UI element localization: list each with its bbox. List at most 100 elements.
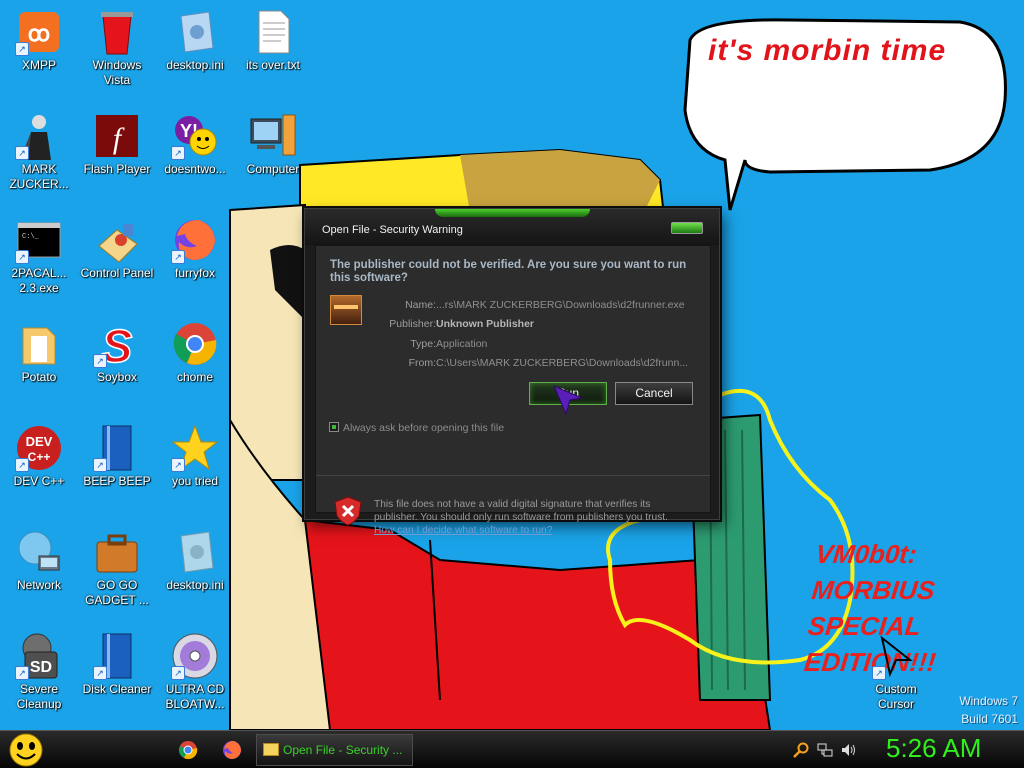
svg-text:DEV: DEV: [26, 434, 53, 449]
desktop-icon-ultra-cd[interactable]: ↗ ULTRA CD BLOATW...: [156, 632, 234, 712]
firefox-icon: ↗: [171, 216, 219, 264]
field-value: C:\Users\MARK ZUCKERBERG\Downloads\d2fru…: [436, 357, 689, 369]
desktop-icon-label: XMPP: [21, 58, 56, 72]
desktop-icon-its-over[interactable]: its over.txt: [234, 8, 312, 73]
desktop-icon-label: GO GO GADGET ...: [85, 578, 149, 607]
desktop-icon-zuckerberg[interactable]: ↗ MARK ZUCKER...: [0, 112, 78, 192]
svg-text:C:\_: C:\_: [22, 233, 40, 241]
warning-shield-icon: [334, 496, 362, 526]
desktop-icon-custom-cursor[interactable]: ↗ Custom Cursor: [857, 632, 935, 712]
gold-star-icon: ↗: [171, 424, 219, 472]
desktop-icon-label: Flash Player: [83, 162, 151, 176]
taskbar-firefox-icon[interactable]: [222, 740, 242, 760]
xampp-icon: ꝏ ↗: [15, 8, 63, 56]
desktop-icon-windows-vista[interactable]: Windows Vista: [78, 8, 156, 88]
titlebar-glow: [435, 209, 590, 217]
dialog-titlebar[interactable]: Open File - Security Warning: [305, 209, 719, 245]
desktop-icon-label: furryfox: [174, 266, 215, 280]
text-file-icon: [249, 8, 297, 56]
desktop-icon-label: ULTRA CD BLOATW...: [165, 682, 225, 711]
desktop-icon-desktop-ini[interactable]: desktop.ini: [156, 8, 234, 73]
taskbar-task-label: Open File - Security ...: [283, 743, 403, 757]
windows-version-text: Windows 7: [959, 694, 1018, 708]
desktop-icon-beep-beep[interactable]: ↗ BEEP BEEP: [78, 424, 156, 489]
security-warning-dialog: Open File - Security Warning The publish…: [304, 208, 720, 536]
settings-file-icon: [171, 528, 219, 576]
desktop-icon-label: Severe Cleanup: [16, 682, 62, 711]
desktop-icon-2pacal[interactable]: C:\_ ↗ 2PACAL... 2.3.exe: [0, 216, 78, 296]
desktop-icon-label: desktop.ini: [166, 58, 224, 72]
recycle-bin-icon: [93, 8, 141, 56]
search-magnifier-icon[interactable]: [793, 742, 809, 758]
taskbar-task-security-warning[interactable]: Open File - Security ...: [256, 734, 413, 766]
desktop-icon-desktop-ini-2[interactable]: desktop.ini: [156, 528, 234, 593]
desktop-icon-label: Network: [16, 578, 61, 592]
desktop-icon-network[interactable]: Network: [0, 528, 78, 593]
desktop-icon-label: BEEP BEEP: [83, 474, 151, 488]
chrome-icon: [171, 320, 219, 368]
desktop-icon-label: DEV C++: [13, 474, 65, 488]
folder-icon: [263, 743, 279, 756]
desktop-icon-label: Computer: [246, 162, 300, 176]
start-button-smiley-icon[interactable]: [8, 733, 44, 767]
desktop-icon-label: its over.txt: [245, 58, 301, 72]
desktop-icon-label: chome: [176, 370, 214, 384]
desktop-icon-control-panel[interactable]: Control Panel: [78, 216, 156, 281]
desktop-icon-disk-cleaner[interactable]: ↗ Disk Cleaner: [78, 632, 156, 697]
always-ask-checkbox-row[interactable]: Always ask before opening this file: [329, 422, 504, 434]
desktop-icon-go-go-gadget[interactable]: GO GO GADGET ...: [78, 528, 156, 608]
network-globe-icon: [15, 528, 63, 576]
svg-text:ꝏ: ꝏ: [28, 21, 50, 46]
desktop-icon-label: Custom Cursor: [875, 682, 917, 711]
executable-file-icon: [330, 295, 362, 325]
svg-text:SD: SD: [30, 659, 52, 676]
dev-cpp-icon: DEV C++ ↗: [15, 424, 63, 472]
taskbar-clock[interactable]: 5:26 AM: [886, 733, 981, 764]
desktop-icon-xmpp[interactable]: ꝏ ↗ XMPP: [0, 8, 78, 73]
field-value: Unknown Publisher: [436, 318, 535, 330]
desktop-icon-label: Potato: [21, 370, 57, 384]
desktop-icon-label: desktop.ini: [166, 578, 224, 592]
taskbar-chrome-icon[interactable]: [178, 740, 198, 760]
dialog-divider: [316, 475, 710, 476]
volume-icon[interactable]: [841, 742, 857, 758]
control-panel-icon: [93, 216, 141, 264]
close-button[interactable]: [671, 222, 703, 234]
field-value: ...rs\MARK ZUCKERBERG\Downloads\d2frunne…: [436, 299, 685, 311]
desktop-icon-computer[interactable]: Computer: [234, 112, 312, 177]
desktop-icon-label: Windows Vista: [92, 58, 142, 87]
briefcase-icon: [93, 528, 141, 576]
desktop-icon-devcpp[interactable]: DEV C++ ↗ DEV C++: [0, 424, 78, 489]
help-link[interactable]: How can I decide what software to run?: [374, 525, 552, 536]
speech-bubble-text: it's morbin time: [708, 34, 947, 67]
desktop-icon-chome[interactable]: chome: [156, 320, 234, 385]
soybox-s-icon: S ↗: [93, 320, 141, 368]
network-tray-icon[interactable]: [817, 742, 833, 758]
svg-text:C++: C++: [28, 450, 51, 464]
blue-book-icon: ↗: [93, 424, 141, 472]
computer-icon: [249, 112, 297, 160]
field-label: From:: [408, 357, 436, 369]
cd-disc-icon: ↗: [171, 632, 219, 680]
cancel-button[interactable]: Cancel: [615, 382, 693, 405]
checkbox-label: Always ask before opening this file: [343, 422, 505, 434]
desktop-icon-doesntwork[interactable]: Y! ↗ doesntwo...: [156, 112, 234, 177]
sd-card-icon: SD ↗: [15, 632, 63, 680]
desktop-icon-label: Control Panel: [80, 266, 154, 280]
mouse-cursor-icon: [553, 385, 584, 416]
field-label: Publisher:: [389, 318, 436, 330]
desktop-icon-potato[interactable]: Potato: [0, 320, 78, 385]
cursor-arrow-icon: ↗: [872, 632, 920, 680]
desktop-icon-label: MARK ZUCKER...: [9, 162, 69, 191]
caption-line: MORBIUS: [810, 575, 937, 605]
taskbar: Open File - Security ... 5:26 AM: [0, 730, 1024, 768]
desktop-icon-furryfox[interactable]: ↗ furryfox: [156, 216, 234, 281]
always-ask-checkbox[interactable]: [329, 422, 339, 432]
desktop-icon-soybox[interactable]: S ↗ Soybox: [78, 320, 156, 385]
desktop-icon-you-tried[interactable]: ↗ you tried: [156, 424, 234, 489]
dialog-title: Open File - Security Warning: [322, 224, 463, 236]
desktop-icon-severe[interactable]: SD ↗ Severe Cleanup: [0, 632, 78, 712]
desktop-icon-flash-player[interactable]: f Flash Player: [78, 112, 156, 177]
desktop-icon-label: Disk Cleaner: [82, 682, 152, 696]
dialog-body: The publisher could not be verified. Are…: [315, 245, 711, 536]
